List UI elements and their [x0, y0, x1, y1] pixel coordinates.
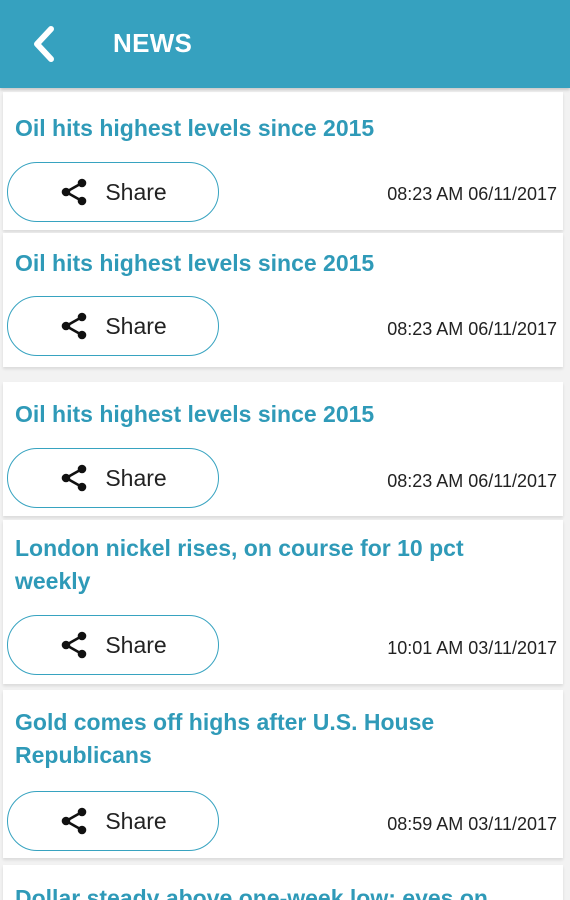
news-title[interactable]: Dollar steady above one-week low; eyes o… — [15, 882, 545, 900]
news-item: Oil hits highest levels since 2015 Share… — [3, 92, 563, 230]
share-icon — [59, 806, 89, 836]
share-icon — [59, 177, 89, 207]
news-list: Oil hits highest levels since 2015 Share… — [0, 88, 570, 900]
share-label: Share — [105, 312, 167, 339]
share-button[interactable]: Share — [7, 615, 219, 675]
back-button[interactable] — [22, 22, 66, 66]
share-label: Share — [105, 631, 167, 658]
news-timestamp: 08:23 AM 06/11/2017 — [387, 319, 557, 339]
news-timestamp: 08:59 AM 03/11/2017 — [387, 814, 557, 834]
news-title[interactable]: Oil hits highest levels since 2015 — [15, 247, 545, 280]
share-button[interactable]: Share — [7, 448, 219, 508]
news-item: Oil hits highest levels since 2015 Share… — [3, 382, 563, 516]
share-icon — [59, 630, 89, 660]
news-item: London nickel rises, on course for 10 pc… — [3, 520, 563, 684]
chevron-left-icon — [34, 26, 54, 62]
page-title: NEWS — [113, 28, 193, 58]
news-item: Gold comes off highs after U.S. House Re… — [3, 690, 563, 858]
share-label: Share — [105, 807, 167, 834]
share-label: Share — [105, 464, 167, 491]
news-timestamp: 08:23 AM 06/11/2017 — [387, 184, 557, 204]
share-label: Share — [105, 178, 167, 205]
news-item: Oil hits highest levels since 2015 Share… — [3, 233, 563, 367]
share-button[interactable]: Share — [7, 162, 219, 222]
news-item: Dollar steady above one-week low; eyes o… — [3, 865, 563, 900]
share-button[interactable]: Share — [7, 296, 219, 356]
app-header: NEWS — [0, 0, 570, 88]
news-title[interactable]: Oil hits highest levels since 2015 — [15, 112, 545, 145]
share-icon — [59, 463, 89, 493]
news-title[interactable]: Gold comes off highs after U.S. House Re… — [15, 706, 545, 772]
news-timestamp: 08:23 AM 06/11/2017 — [387, 471, 557, 491]
share-button[interactable]: Share — [7, 791, 219, 851]
news-title[interactable]: London nickel rises, on course for 10 pc… — [15, 532, 545, 598]
share-icon — [59, 311, 89, 341]
news-timestamp: 10:01 AM 03/11/2017 — [387, 638, 557, 658]
news-title[interactable]: Oil hits highest levels since 2015 — [15, 398, 545, 431]
